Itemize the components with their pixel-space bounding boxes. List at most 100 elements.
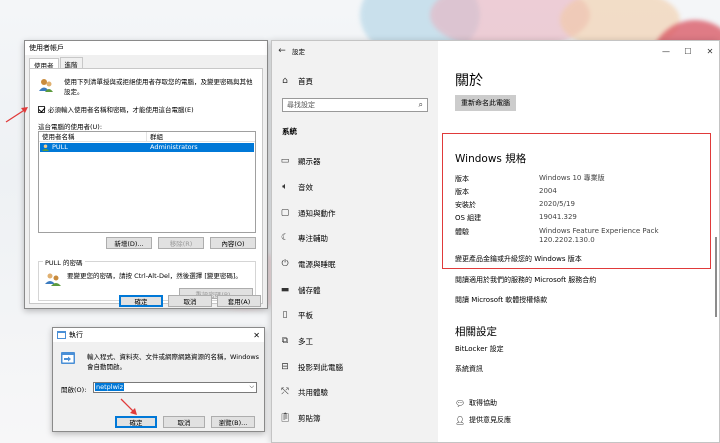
projector-icon: ⊟	[281, 362, 289, 372]
sidebar-item-clipboard[interactable]: 📋︎ 剪貼簿	[272, 406, 438, 430]
sidebar-item-label: 顯示器	[298, 156, 321, 166]
dialog-title: 使用者帳戶	[29, 44, 64, 52]
clipboard-icon: 📋︎	[279, 413, 291, 423]
settings-window: ← 設定 — ☐ ✕ ⌂ 首頁 尋找設定 ⌕ 系統 ▭ 顯示器 🔈︎ 音效 ▢ 通知與…	[271, 40, 720, 443]
rename-pc-button[interactable]: 重新命名此電腦	[455, 95, 516, 111]
annotation-arrow-icon	[120, 398, 137, 415]
help-chat-icon: 💬︎	[455, 398, 466, 408]
home-icon: ⌂	[282, 76, 288, 86]
open-label: 開啟(O):	[61, 386, 87, 394]
sidebar-item-label: 通知與動作	[298, 208, 336, 218]
multitask-icon: ⧉	[281, 336, 289, 346]
run-browse-button[interactable]: 瀏覽(B)...	[211, 416, 255, 428]
users-password-icon	[45, 273, 61, 286]
get-help-link[interactable]: 💬︎ 取得協助	[455, 398, 497, 408]
apply-button[interactable]: 套用(A)	[217, 295, 261, 307]
feedback-link[interactable]: 👤︎ 提供意見反應	[455, 415, 511, 425]
tablet-icon: ▯	[282, 310, 288, 320]
user-accounts-titlebar[interactable]: 使用者帳戶	[25, 41, 267, 55]
nav-section-system: 系統	[282, 127, 297, 136]
spec-row-build: OS 組建 19041.329	[455, 213, 577, 222]
row-group: Administrators	[150, 143, 198, 151]
column-group[interactable]: 群組	[147, 132, 163, 141]
sidebar-item-label: 投影到此電腦	[298, 362, 343, 372]
users-description: 使用下列清單授與或拒絕使用者存取您的電腦，及變更密碼與其他設定。	[64, 78, 253, 96]
add-user-button[interactable]: 新增(D)...	[106, 237, 152, 249]
run-titlebar[interactable]: 執行 ✕	[53, 328, 264, 342]
run-command-input[interactable]: netplwiz ⌵	[93, 382, 257, 393]
run-title: 執行	[69, 331, 83, 339]
require-password-row: 必須輸入使用者名稱和密碼，才能使用這台電腦(E)	[38, 104, 194, 114]
sidebar-item-sound[interactable]: 🔈︎ 音效	[272, 175, 438, 199]
spec-heading: Windows 規格	[455, 153, 527, 165]
remove-user-button[interactable]: 移除(R)	[158, 237, 204, 249]
run-app-icon	[57, 331, 66, 339]
users-list-header: 使用者名稱 群組	[39, 132, 255, 142]
change-product-key-link[interactable]: 變更產品金鑰或升級您的 Windows 版本	[455, 254, 582, 264]
sidebar-item-label: 共用體驗	[298, 387, 328, 397]
speaker-icon: 🔈︎	[282, 182, 288, 192]
moon-icon: ☾	[280, 233, 290, 243]
settings-search-input[interactable]: 尋找設定 ⌕	[282, 98, 428, 112]
search-icon[interactable]: ⌕	[419, 99, 423, 111]
chevron-down-icon[interactable]: ⌵	[249, 383, 254, 391]
sidebar-item-label: 電源與睡眠	[298, 259, 336, 269]
close-icon[interactable]: ✕	[253, 331, 260, 340]
get-help-label: 取得協助	[469, 399, 497, 407]
sidebar-item-label: 儲存體	[298, 285, 321, 295]
password-group-title: PULL 的密碼	[43, 257, 85, 267]
service-agreement-link[interactable]: 閱讀適用於我們的服務的 Microsoft 服務合約	[455, 275, 596, 285]
share-icon: ⤲	[281, 387, 289, 397]
users-icon	[39, 79, 53, 92]
ok-button[interactable]: 確定	[119, 295, 163, 307]
nav-home-label: 首頁	[298, 76, 313, 86]
license-terms-link[interactable]: 閱讀 Microsoft 軟體授權條款	[455, 295, 547, 305]
sidebar-item-display[interactable]: ▭ 顯示器	[272, 149, 438, 173]
feedback-icon: 👤︎	[455, 415, 466, 425]
run-description: 輸入程式、資料夾、文件或網際網路資源的名稱，Windows 會自動開啟。	[87, 353, 260, 371]
sidebar-item-label: 多工	[298, 336, 313, 346]
spec-row-version: 版本 2004	[455, 187, 557, 196]
sidebar-item-storage[interactable]: ▬ 儲存體	[272, 278, 438, 302]
row-username: PULL	[52, 143, 68, 151]
system-info-link[interactable]: 系統資訊	[455, 364, 483, 374]
bitlocker-settings-link[interactable]: BitLocker 設定	[455, 344, 504, 354]
sidebar-item-label: 平板	[298, 310, 313, 320]
windows-spec-section: Windows 規格 版本 Windows 10 專業版 版本 2004 安裝於 20…	[442, 133, 711, 269]
sidebar-item-shared-experiences[interactable]: ⤲ 共用體驗	[272, 380, 438, 404]
require-password-checkbox[interactable]	[38, 105, 45, 113]
require-password-label[interactable]: 必須輸入使用者名稱和密碼，才能使用這台電腦(E)	[48, 104, 194, 114]
sidebar-item-label: 音效	[298, 182, 313, 192]
sidebar-item-multitasking[interactable]: ⧉ 多工	[272, 329, 438, 353]
password-group-text: 要變更您的密碼，請按 Ctrl-Alt-Del，然後選擇 [變更密碼]。	[67, 272, 242, 280]
table-row[interactable]: PULL Administrators	[40, 143, 254, 152]
cancel-button[interactable]: 取消	[168, 295, 212, 307]
back-arrow-icon[interactable]: ←	[272, 46, 292, 56]
run-dialog: 執行 ✕ 輸入程式、資料夾、文件或網際網路資源的名稱，Windows 會自動開啟…	[52, 327, 265, 432]
user-properties-button[interactable]: 內容(O)	[210, 237, 256, 249]
spec-row-experience: 體驗 Windows Feature Experience Pack 120.22…	[455, 227, 659, 244]
nav-home[interactable]: ⌂ 首頁	[272, 69, 438, 93]
run-cancel-button[interactable]: 取消	[163, 416, 205, 428]
spec-row-installed: 安裝於 2020/5/19	[455, 200, 575, 209]
annotation-arrow-icon	[5, 107, 28, 123]
sidebar-item-notifications[interactable]: ▢ 通知與動作	[272, 201, 438, 225]
sidebar-item-power[interactable]: ⏻ 電源與睡眠	[272, 252, 438, 276]
column-username[interactable]: 使用者名稱	[39, 132, 147, 141]
user-accounts-dialog: 使用者帳戶 使用者 進階 使用下列清單授與或拒絕使用者存取您的電腦，及變更密碼與…	[24, 40, 268, 309]
sidebar-item-projecting[interactable]: ⊟ 投影到此電腦	[272, 355, 438, 379]
page-title: 關於	[455, 73, 483, 89]
run-command-value: netplwiz	[95, 383, 125, 391]
sidebar-item-label: 剪貼簿	[298, 413, 321, 423]
feedback-label: 提供意見反應	[469, 416, 511, 424]
display-icon: ▭	[280, 156, 290, 166]
scrollbar[interactable]	[715, 237, 717, 317]
sidebar-item-focus-assist[interactable]: ☾ 專注輔助	[272, 226, 438, 250]
related-settings-heading: 相關設定	[455, 326, 497, 338]
sidebar-item-tablet[interactable]: ▯ 平板	[272, 303, 438, 327]
power-icon: ⏻	[281, 259, 289, 269]
users-tab-panel: 使用下列清單授與或拒絕使用者存取您的電腦，及變更密碼與其他設定。 必須輸入使用者…	[29, 68, 263, 304]
notification-icon: ▢	[280, 208, 290, 218]
users-list[interactable]: 使用者名稱 群組 PULL Administrators	[38, 131, 256, 233]
settings-main: 關於 重新命名此電腦 Windows 規格 版本 Windows 10 專業版 版…	[438, 41, 720, 442]
